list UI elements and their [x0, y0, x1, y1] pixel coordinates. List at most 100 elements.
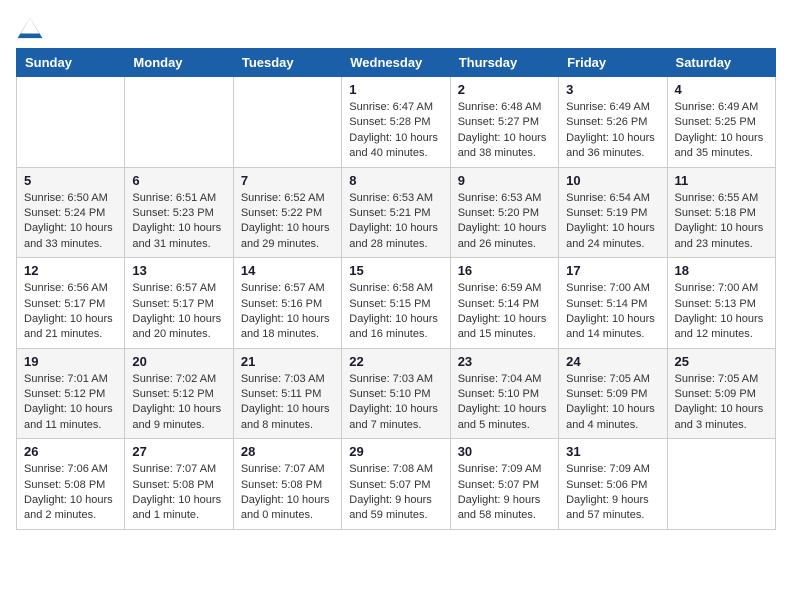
day-number: 25 — [675, 354, 768, 369]
day-info: Sunrise: 6:53 AMSunset: 5:20 PMDaylight:… — [458, 191, 551, 253]
day-number: 15 — [349, 263, 442, 278]
calendar-day-18: 18 Sunrise: 7:00 AMSunset: 5:13 PMDayligh… — [667, 258, 775, 349]
header-saturday: Saturday — [667, 49, 775, 77]
calendar-day-30: 30 Sunrise: 7:09 AMSunset: 5:07 PMDayligh… — [450, 439, 558, 530]
header-monday: Monday — [125, 49, 233, 77]
day-info: Sunrise: 7:00 AMSunset: 5:13 PMDaylight:… — [675, 281, 768, 343]
day-info: Sunrise: 7:05 AMSunset: 5:09 PMDaylight:… — [675, 372, 768, 434]
calendar-day-25: 25 Sunrise: 7:05 AMSunset: 5:09 PMDayligh… — [667, 348, 775, 439]
day-info: Sunrise: 7:07 AMSunset: 5:08 PMDaylight:… — [241, 462, 334, 524]
day-number: 24 — [566, 354, 659, 369]
calendar-day-22: 22 Sunrise: 7:03 AMSunset: 5:10 PMDayligh… — [342, 348, 450, 439]
day-info: Sunrise: 6:55 AMSunset: 5:18 PMDaylight:… — [675, 191, 768, 253]
calendar-day-26: 26Sunrise: 7:06 AMSunset: 5:08 PMDayligh… — [17, 439, 125, 530]
day-info: Sunrise: 7:00 AMSunset: 5:14 PMDaylight:… — [566, 281, 659, 343]
day-info: Sunrise: 6:57 AMSunset: 5:17 PMDaylight:… — [132, 281, 225, 343]
header-tuesday: Tuesday — [233, 49, 341, 77]
day-info: Sunrise: 7:09 AMSunset: 5:06 PMDaylight:… — [566, 462, 659, 524]
day-info: Sunrise: 6:49 AMSunset: 5:25 PMDaylight:… — [675, 100, 768, 162]
calendar-day-31: 31 Sunrise: 7:09 AMSunset: 5:06 PMDayligh… — [559, 439, 667, 530]
logo-icon — [16, 16, 44, 40]
day-info: Sunrise: 7:08 AMSunset: 5:07 PMDaylight:… — [349, 462, 442, 524]
day-info: Sunrise: 7:05 AMSunset: 5:09 PMDaylight:… — [566, 372, 659, 434]
calendar-day-6: 6Sunrise: 6:51 AMSunset: 5:23 PMDaylight… — [125, 167, 233, 258]
calendar-empty-cell — [125, 77, 233, 168]
day-number: 5 — [24, 173, 117, 188]
calendar-day-23: 23 Sunrise: 7:04 AMSunset: 5:10 PMDayligh… — [450, 348, 558, 439]
day-number: 17 — [566, 263, 659, 278]
day-number: 1 — [349, 82, 442, 97]
day-number: 27 — [132, 444, 225, 459]
calendar-day-2: 2 Sunrise: 6:48 AMSunset: 5:27 PMDaylight… — [450, 77, 558, 168]
calendar-day-24: 24 Sunrise: 7:05 AMSunset: 5:09 PMDayligh… — [559, 348, 667, 439]
calendar-day-27: 27 Sunrise: 7:07 AMSunset: 5:08 PMDayligh… — [125, 439, 233, 530]
calendar-day-21: 21 Sunrise: 7:03 AMSunset: 5:11 PMDayligh… — [233, 348, 341, 439]
day-number: 7 — [241, 173, 334, 188]
day-info: Sunrise: 7:03 AMSunset: 5:11 PMDaylight:… — [241, 372, 334, 434]
calendar-week-row: 12Sunrise: 6:56 AMSunset: 5:17 PMDayligh… — [17, 258, 776, 349]
calendar-day-10: 10Sunrise: 6:54 AMSunset: 5:19 PMDayligh… — [559, 167, 667, 258]
day-info: Sunrise: 7:04 AMSunset: 5:10 PMDaylight:… — [458, 372, 551, 434]
day-info: Sunrise: 7:02 AMSunset: 5:12 PMDaylight:… — [132, 372, 225, 434]
day-number: 21 — [241, 354, 334, 369]
day-info: Sunrise: 7:03 AMSunset: 5:10 PMDaylight:… — [349, 372, 442, 434]
day-number: 8 — [349, 173, 442, 188]
calendar-day-1: 1 Sunrise: 6:47 AMSunset: 5:28 PMDaylight… — [342, 77, 450, 168]
calendar-header-row: SundayMondayTuesdayWednesdayThursdayFrid… — [17, 49, 776, 77]
calendar-week-row: 19Sunrise: 7:01 AMSunset: 5:12 PMDayligh… — [17, 348, 776, 439]
day-info: Sunrise: 6:59 AMSunset: 5:14 PMDaylight:… — [458, 281, 551, 343]
calendar-day-5: 5 Sunrise: 6:50 AMSunset: 5:24 PMDaylight… — [17, 167, 125, 258]
calendar-day-19: 19Sunrise: 7:01 AMSunset: 5:12 PMDayligh… — [17, 348, 125, 439]
day-info: Sunrise: 6:48 AMSunset: 5:27 PMDaylight:… — [458, 100, 551, 162]
calendar-week-row: 5 Sunrise: 6:50 AMSunset: 5:24 PMDaylight… — [17, 167, 776, 258]
day-info: Sunrise: 6:49 AMSunset: 5:26 PMDaylight:… — [566, 100, 659, 162]
calendar-day-7: 7 Sunrise: 6:52 AMSunset: 5:22 PMDaylight… — [233, 167, 341, 258]
day-number: 30 — [458, 444, 551, 459]
day-info: Sunrise: 6:57 AMSunset: 5:16 PMDaylight:… — [241, 281, 334, 343]
day-number: 16 — [458, 263, 551, 278]
logo — [16, 16, 48, 40]
calendar-day-29: 29 Sunrise: 7:08 AMSunset: 5:07 PMDayligh… — [342, 439, 450, 530]
calendar-day-14: 14Sunrise: 6:57 AMSunset: 5:16 PMDayligh… — [233, 258, 341, 349]
calendar-day-17: 17 Sunrise: 7:00 AMSunset: 5:14 PMDayligh… — [559, 258, 667, 349]
calendar-day-20: 20Sunrise: 7:02 AMSunset: 5:12 PMDayligh… — [125, 348, 233, 439]
header-friday: Friday — [559, 49, 667, 77]
calendar-week-row: 26Sunrise: 7:06 AMSunset: 5:08 PMDayligh… — [17, 439, 776, 530]
day-info: Sunrise: 6:47 AMSunset: 5:28 PMDaylight:… — [349, 100, 442, 162]
calendar-empty-cell — [667, 439, 775, 530]
calendar-table: SundayMondayTuesdayWednesdayThursdayFrid… — [16, 48, 776, 530]
calendar-day-3: 3 Sunrise: 6:49 AMSunset: 5:26 PMDaylight… — [559, 77, 667, 168]
day-info: Sunrise: 6:58 AMSunset: 5:15 PMDaylight:… — [349, 281, 442, 343]
day-number: 22 — [349, 354, 442, 369]
day-info: Sunrise: 7:07 AMSunset: 5:08 PMDaylight:… — [132, 462, 225, 524]
day-info: Sunrise: 6:53 AMSunset: 5:21 PMDaylight:… — [349, 191, 442, 253]
day-number: 4 — [675, 82, 768, 97]
day-number: 13 — [132, 263, 225, 278]
day-number: 3 — [566, 82, 659, 97]
day-number: 19 — [24, 354, 117, 369]
day-info: Sunrise: 6:52 AMSunset: 5:22 PMDaylight:… — [241, 191, 334, 253]
day-number: 18 — [675, 263, 768, 278]
day-number: 9 — [458, 173, 551, 188]
day-number: 6 — [132, 173, 225, 188]
header-thursday: Thursday — [450, 49, 558, 77]
header-sunday: Sunday — [17, 49, 125, 77]
day-number: 23 — [458, 354, 551, 369]
day-info: Sunrise: 6:50 AMSunset: 5:24 PMDaylight:… — [24, 191, 117, 253]
calendar-day-15: 15 Sunrise: 6:58 AMSunset: 5:15 PMDayligh… — [342, 258, 450, 349]
day-number: 29 — [349, 444, 442, 459]
day-number: 2 — [458, 82, 551, 97]
calendar-empty-cell — [17, 77, 125, 168]
page-header — [16, 16, 776, 40]
calendar-day-11: 11 Sunrise: 6:55 AMSunset: 5:18 PMDayligh… — [667, 167, 775, 258]
calendar-day-12: 12Sunrise: 6:56 AMSunset: 5:17 PMDayligh… — [17, 258, 125, 349]
calendar-day-4: 4 Sunrise: 6:49 AMSunset: 5:25 PMDaylight… — [667, 77, 775, 168]
day-number: 26 — [24, 444, 117, 459]
calendar-day-13: 13 Sunrise: 6:57 AMSunset: 5:17 PMDayligh… — [125, 258, 233, 349]
calendar-day-28: 28Sunrise: 7:07 AMSunset: 5:08 PMDayligh… — [233, 439, 341, 530]
day-number: 31 — [566, 444, 659, 459]
calendar-empty-cell — [233, 77, 341, 168]
calendar-day-9: 9 Sunrise: 6:53 AMSunset: 5:20 PMDaylight… — [450, 167, 558, 258]
day-info: Sunrise: 7:09 AMSunset: 5:07 PMDaylight:… — [458, 462, 551, 524]
day-number: 11 — [675, 173, 768, 188]
